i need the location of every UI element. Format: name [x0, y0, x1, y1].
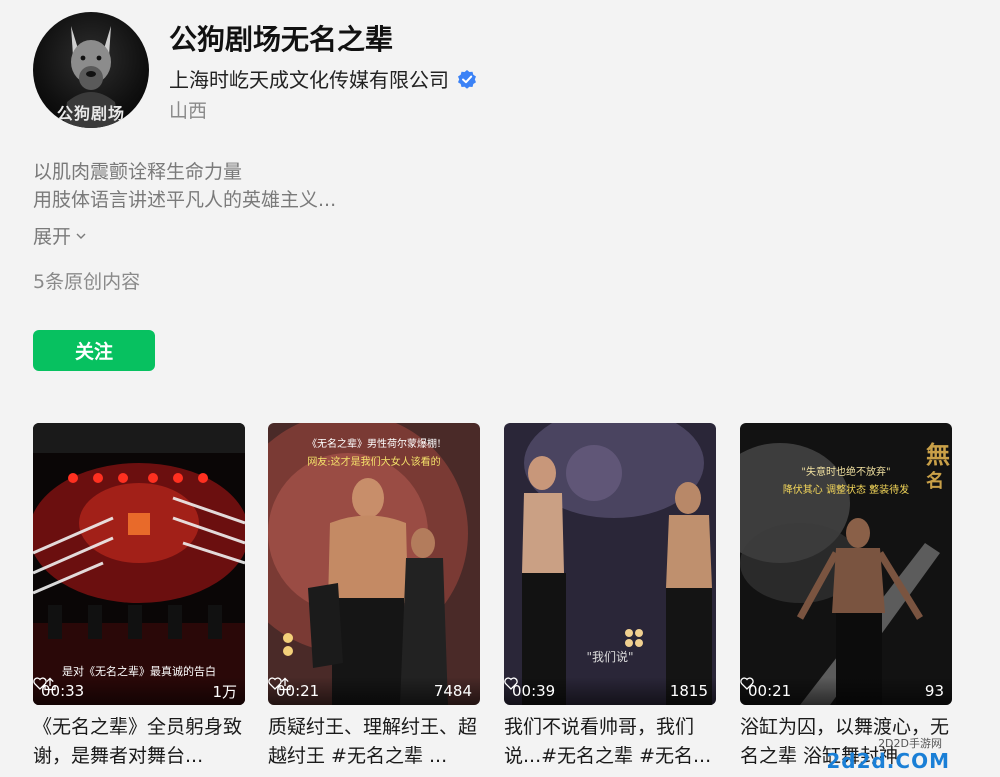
thumbnail-caption: 《无名之辈》男性荷尔蒙爆棚! [306, 439, 442, 450]
company-row: 上海时屹天成文化传媒有限公司 [169, 64, 477, 93]
avatar[interactable]: 公狗剧场 [33, 12, 149, 128]
video-card[interactable]: "我们说" 00:39 1815 我们不说看帅哥，我们说...#无名之辈 #无名… [504, 423, 716, 771]
video-thumbnail[interactable]: "我们说" 00:39 1815 [504, 423, 716, 705]
bio-line: 以肌肉震颤诠释生命力量 [33, 161, 243, 183]
expand-button[interactable]: 展开 [33, 222, 87, 249]
video-thumbnail[interactable]: 是对《无名之辈》最真诚的告白 00:33 1万 [33, 423, 245, 705]
heart-icon [740, 677, 754, 690]
like-count-value: 93 [924, 682, 944, 700]
like-count: 93 [740, 677, 944, 700]
verified-icon [458, 69, 476, 89]
chevron-down-icon [76, 233, 86, 239]
thumbnail-subcaption: 网友:这才是我们大女人该看的 [307, 457, 441, 468]
expand-label: 展开 [33, 226, 72, 248]
thumbnail-caption: "失意时也绝不放弃" [801, 467, 891, 478]
watermark-logo: 2d2d.COM [826, 749, 950, 773]
profile-header: 公狗剧场 公狗剧场无名之辈 上海时屹天成文化传媒有限公司 山西 [33, 12, 933, 132]
video-title[interactable]: 质疑纣王、理解纣王、超越纣王 #无名之辈 ... [268, 713, 480, 771]
thumbnail-overlay: 00:33 1万 [33, 677, 245, 705]
bio: 以肌肉震颤诠释生命力量 用肢体语言讲述平凡人的英雄主义... [33, 158, 336, 214]
thumbnail-overlay: 00:21 7484 [268, 677, 480, 705]
video-card[interactable]: 《无名之辈》男性荷尔蒙爆棚! 网友:这才是我们大女人该看的 00:21 7484… [268, 423, 480, 771]
like-count: 1万 [33, 677, 237, 702]
like-count-value: 7484 [433, 682, 472, 700]
company-name: 上海时屹天成文化传媒有限公司 [169, 68, 449, 92]
video-duration: 00:33 [41, 682, 85, 700]
page-title: 公狗剧场无名之辈 [169, 23, 394, 56]
video-card[interactable]: 無 名 "失意时也绝不放弃" 降伏其心 调整状态 整装待发 00:21 93 浴… [740, 423, 952, 771]
share-icon[interactable] [278, 677, 292, 691]
thumbnail-caption: "我们说" [586, 650, 634, 664]
thumbnail-overlay: 00:21 93 [740, 677, 952, 705]
bio-line: 用肢体语言讲述平凡人的英雄主义... [33, 189, 337, 211]
avatar-label: 公狗剧场 [56, 104, 125, 123]
like-count-value: 1815 [669, 682, 708, 700]
location-label: 山西 [169, 100, 208, 122]
video-card[interactable]: 是对《无名之辈》最真诚的告白 00:33 1万 《无名之辈》全员躬身致谢，是舞者… [33, 423, 245, 771]
video-thumbnail[interactable]: 無 名 "失意时也绝不放弃" 降伏其心 调整状态 整装待发 00:21 93 [740, 423, 952, 705]
heart-icon [504, 677, 518, 690]
thumbnail-subcaption: 降伏其心 调整状态 整装待发 [782, 485, 910, 496]
like-count: 7484 [268, 677, 472, 700]
video-thumbnail[interactable]: 《无名之辈》男性荷尔蒙爆棚! 网友:这才是我们大女人该看的 00:21 7484 [268, 423, 480, 705]
video-duration: 00:21 [276, 682, 320, 700]
video-duration: 00:21 [748, 682, 792, 700]
share-icon[interactable] [43, 677, 57, 691]
video-duration: 00:39 [512, 682, 556, 700]
original-content-count: 5条原创内容 [33, 271, 141, 293]
follow-button[interactable]: 关注 [33, 330, 155, 371]
like-count: 1815 [504, 677, 708, 700]
like-count-value: 1万 [212, 682, 237, 701]
thumbnail-overlay: 00:39 1815 [504, 677, 716, 705]
video-title[interactable]: 《无名之辈》全员躬身致谢，是舞者对舞台... [33, 713, 245, 771]
video-title[interactable]: 我们不说看帅哥，我们说...#无名之辈 #无名... [504, 713, 716, 771]
